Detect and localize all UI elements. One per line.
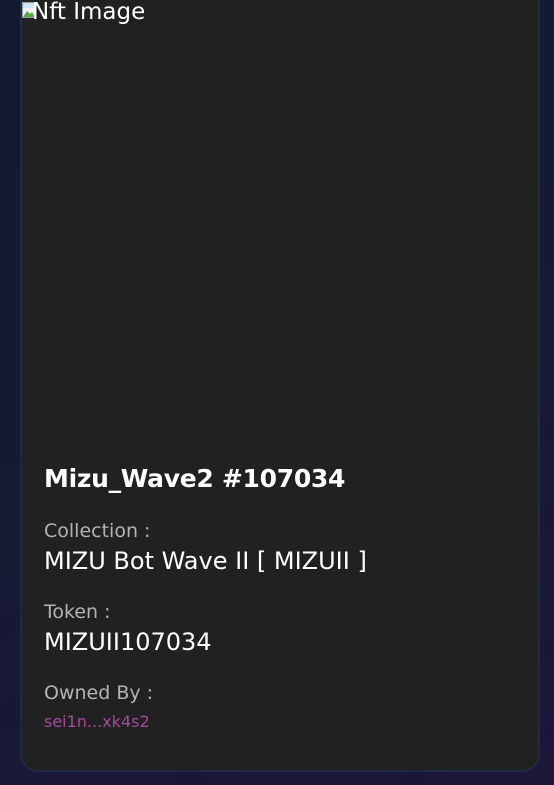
collection-value: MIZU Bot Wave II [ MIZUII ] xyxy=(44,547,367,575)
token-value: MIZUII107034 xyxy=(44,628,212,656)
owner-label: Owned By : xyxy=(44,682,154,704)
nft-card: Nft Image Mizu_Wave2 #107034 Collection … xyxy=(20,0,540,772)
nft-image-alt-text: Nft Image xyxy=(32,0,146,25)
nft-name: Mizu_Wave2 #107034 xyxy=(44,464,346,493)
nft-details: Mizu_Wave2 #107034 Collection : MIZU Bot… xyxy=(44,464,516,732)
collection-label: Collection : xyxy=(44,520,151,542)
owner-address-link[interactable]: sei1n...xk4s2 xyxy=(44,712,516,732)
token-label: Token : xyxy=(44,601,111,623)
nft-image: Nft Image xyxy=(22,0,538,426)
